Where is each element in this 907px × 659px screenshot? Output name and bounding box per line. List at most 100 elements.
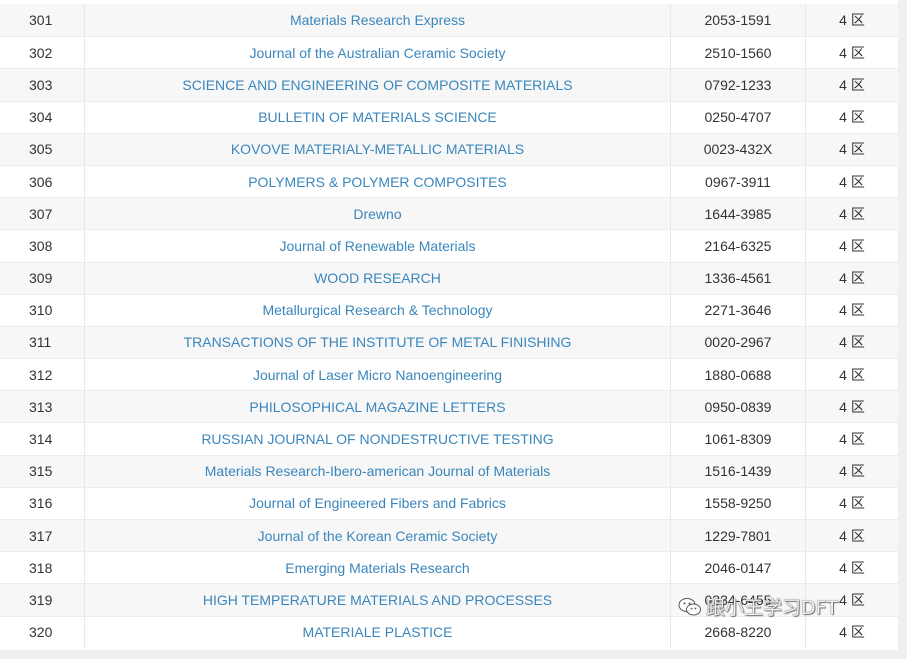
page-right-edge [898, 0, 907, 659]
zone-cell: 4 区 [839, 205, 865, 222]
zone-cell: 4 区 [839, 141, 865, 158]
journal-name-cell: TRANSACTIONS OF THE INSTITUTE OF METAL F… [85, 326, 671, 359]
issn-cell: 0334-6455 [671, 584, 806, 616]
issn-cell: 2053-1591 [671, 4, 806, 37]
table-row: 320 MATERIALE PLASTICE 2668-8220 4 区 [0, 615, 898, 648]
table-row: 311 TRANSACTIONS OF THE INSTITUTE OF MET… [0, 325, 898, 359]
journal-name-cell: PHILOSOPHICAL MAGAZINE LETTERS [85, 391, 671, 423]
table-row: 317 Journal of the Korean Ceramic Societ… [0, 519, 898, 552]
table-row: 316 Journal of Engineered Fibers and Fab… [0, 486, 898, 519]
journal-link[interactable]: PHILOSOPHICAL MAGAZINE LETTERS [249, 399, 505, 415]
table-row: 315 Materials Research-Ibero-american Jo… [0, 454, 898, 487]
issn-cell: 2271-3646 [671, 294, 806, 326]
issn-cell: 2164-6325 [671, 230, 806, 262]
journal-link[interactable]: Journal of the Australian Ceramic Societ… [249, 45, 505, 61]
row-number: 319 [0, 584, 85, 616]
table-row: 304 BULLETIN OF MATERIALS SCIENCE 0250-4… [0, 100, 898, 133]
zone-cell: 4 区 [839, 495, 865, 512]
row-number: 302 [0, 37, 85, 69]
zone-cell: 4 区 [839, 527, 865, 544]
zone-cell: 4 区 [839, 173, 865, 190]
journal-name-cell: Materials Research Express [85, 4, 671, 37]
table-row: 302 Journal of the Australian Ceramic So… [0, 36, 898, 69]
row-number: 318 [0, 552, 85, 584]
journal-name-cell: Journal of Laser Micro Nanoengineering [85, 359, 671, 391]
issn-cell: 2510-1560 [671, 37, 806, 69]
journal-link[interactable]: BULLETIN OF MATERIALS SCIENCE [258, 109, 497, 125]
journal-name-cell: Drewno [85, 198, 671, 230]
zone-cell: 4 区 [839, 398, 865, 415]
issn-cell: 1336-4561 [671, 262, 806, 294]
journal-link[interactable]: Materials Research Express [290, 12, 465, 28]
issn-cell: 1516-1439 [671, 455, 806, 487]
issn-cell: 1229-7801 [671, 520, 806, 552]
page-bottom-edge [0, 650, 907, 659]
issn-cell: 1880-0688 [671, 359, 806, 391]
row-number: 305 [0, 133, 85, 165]
table-row: 318 Emerging Materials Research 2046-014… [0, 551, 898, 584]
zone-cell: 4 区 [839, 12, 865, 29]
row-number: 320 [0, 616, 85, 648]
journal-table: 301 Materials Research Express 2053-1591… [0, 4, 898, 648]
journal-link[interactable]: Emerging Materials Research [285, 560, 469, 576]
journal-name-cell: BULLETIN OF MATERIALS SCIENCE [85, 101, 671, 133]
zone-cell: 4 区 [839, 559, 865, 576]
table-row: 312 Journal of Laser Micro Nanoengineeri… [0, 358, 898, 391]
zone-cell: 4 区 [839, 624, 865, 641]
zone-cell: 4 区 [839, 237, 865, 254]
journal-link[interactable]: Metallurgical Research & Technology [262, 302, 492, 318]
table-row: 303 SCIENCE AND ENGINEERING OF COMPOSITE… [0, 68, 898, 101]
journal-name-cell: POLYMERS & POLYMER COMPOSITES [85, 165, 671, 198]
table-row: 310 Metallurgical Research & Technology … [0, 293, 898, 326]
journal-link[interactable]: MATERIALE PLASTICE [303, 624, 453, 640]
journal-link[interactable]: Materials Research-Ibero-american Journa… [205, 463, 550, 479]
table-row: 314 RUSSIAN JOURNAL OF NONDESTRUCTIVE TE… [0, 422, 898, 455]
journal-name-cell: WOOD RESEARCH [85, 262, 671, 294]
journal-name-cell: RUSSIAN JOURNAL OF NONDESTRUCTIVE TESTIN… [85, 423, 671, 455]
issn-cell: 0967-3911 [671, 165, 806, 198]
issn-cell: 1061-8309 [671, 423, 806, 455]
journal-link[interactable]: HIGH TEMPERATURE MATERIALS AND PROCESSES [203, 592, 552, 608]
issn-cell: 1644-3985 [671, 198, 806, 230]
table-row: 307 Drewno 1644-3985 4 区 [0, 197, 898, 230]
row-number: 310 [0, 294, 85, 326]
journal-link[interactable]: Journal of Laser Micro Nanoengineering [253, 367, 502, 383]
row-number: 309 [0, 262, 85, 294]
row-number: 314 [0, 423, 85, 455]
zone-cell: 4 区 [839, 334, 865, 351]
journal-name-cell: MATERIALE PLASTICE [85, 616, 671, 648]
table-row: 319 HIGH TEMPERATURE MATERIALS AND PROCE… [0, 583, 898, 616]
journal-link[interactable]: Drewno [353, 206, 401, 222]
row-number: 315 [0, 455, 85, 487]
row-number: 304 [0, 101, 85, 133]
journal-link[interactable]: KOVOVE MATERIALY-METALLIC MATERIALS [231, 141, 524, 157]
row-number: 311 [0, 326, 85, 359]
journal-name-cell: HIGH TEMPERATURE MATERIALS AND PROCESSES [85, 584, 671, 616]
journal-name-cell: Metallurgical Research & Technology [85, 294, 671, 326]
journal-link[interactable]: WOOD RESEARCH [314, 270, 441, 286]
table-row: 306 POLYMERS & POLYMER COMPOSITES 0967-3… [0, 164, 898, 198]
journal-name-cell: Journal of Engineered Fibers and Fabrics [85, 487, 671, 519]
table-row: 313 PHILOSOPHICAL MAGAZINE LETTERS 0950-… [0, 390, 898, 423]
journal-link[interactable]: RUSSIAN JOURNAL OF NONDESTRUCTIVE TESTIN… [201, 431, 553, 447]
journal-link[interactable]: Journal of the Korean Ceramic Society [258, 528, 498, 544]
row-number: 301 [0, 4, 85, 37]
journal-name-cell: Journal of the Korean Ceramic Society [85, 520, 671, 552]
table-row: 309 WOOD RESEARCH 1336-4561 4 区 [0, 261, 898, 294]
journal-link[interactable]: Journal of Engineered Fibers and Fabrics [249, 495, 506, 511]
issn-cell: 2046-0147 [671, 552, 806, 584]
row-number: 306 [0, 165, 85, 198]
zone-cell: 4 区 [839, 591, 865, 608]
row-number: 312 [0, 359, 85, 391]
journal-link[interactable]: TRANSACTIONS OF THE INSTITUTE OF METAL F… [184, 334, 572, 350]
row-number: 316 [0, 487, 85, 519]
journal-link[interactable]: SCIENCE AND ENGINEERING OF COMPOSITE MAT… [182, 77, 572, 93]
journal-name-cell: Journal of Renewable Materials [85, 230, 671, 262]
journal-name-cell: KOVOVE MATERIALY-METALLIC MATERIALS [85, 133, 671, 165]
row-number: 307 [0, 198, 85, 230]
journal-link[interactable]: Journal of Renewable Materials [279, 238, 475, 254]
issn-cell: 1558-9250 [671, 487, 806, 519]
row-number: 313 [0, 391, 85, 423]
table-row: 301 Materials Research Express 2053-1591… [0, 4, 898, 37]
journal-link[interactable]: POLYMERS & POLYMER COMPOSITES [248, 174, 507, 190]
